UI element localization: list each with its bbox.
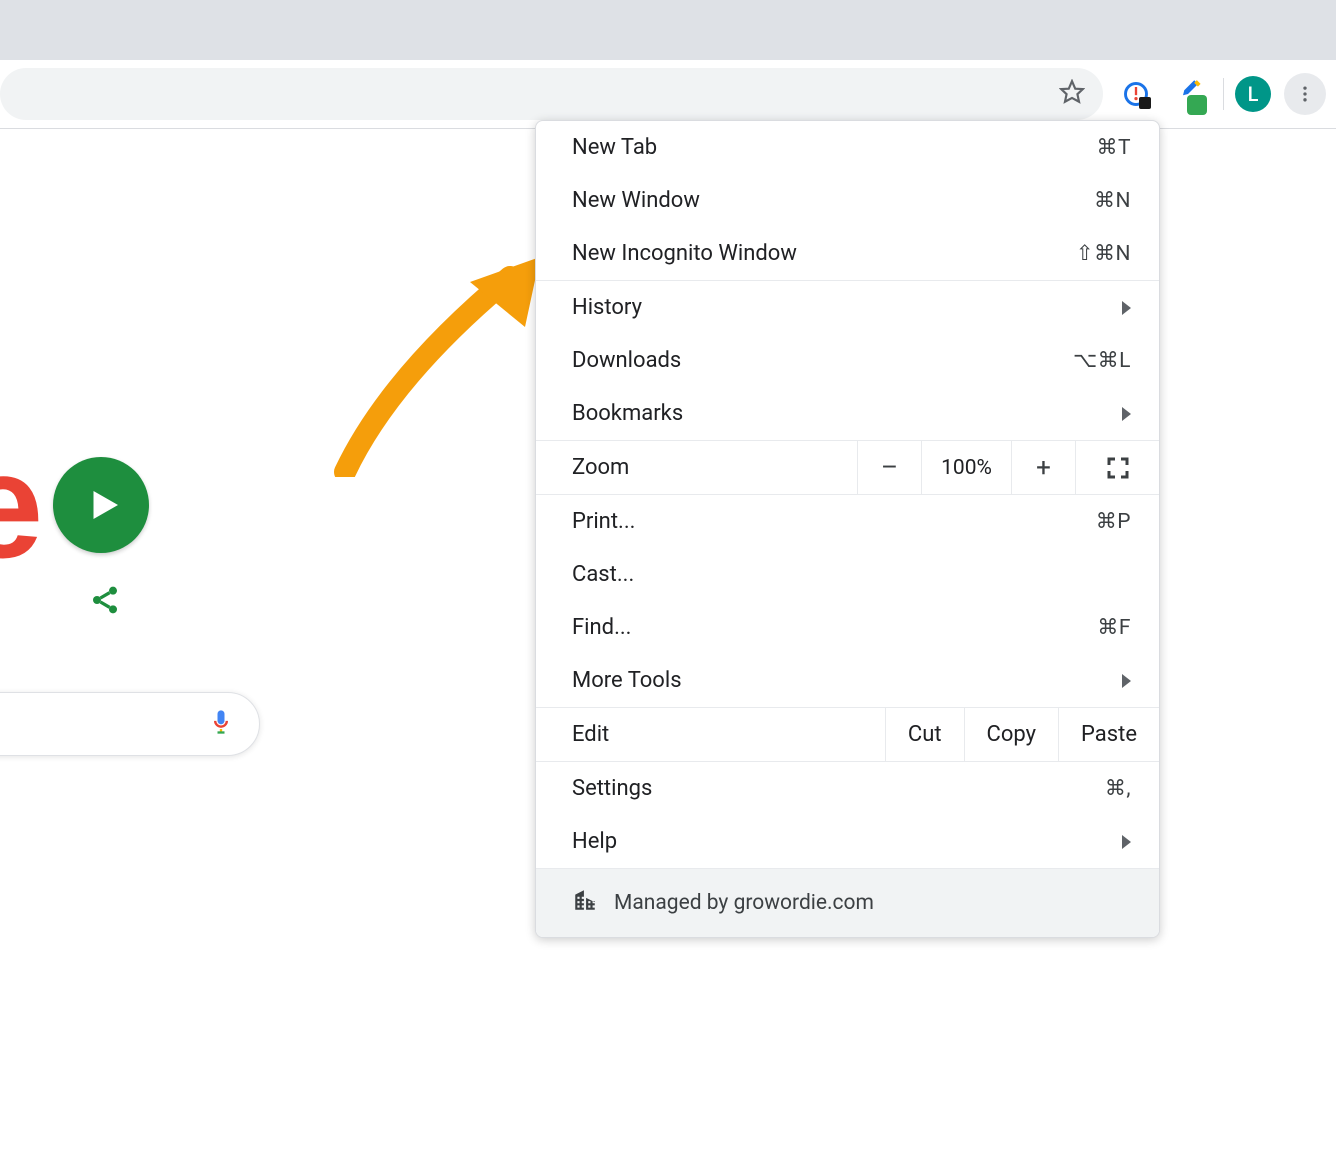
menu-settings-shortcut: ⌘, [1105,776,1131,801]
google-doodle-fragment: e [0,430,149,580]
menu-new-tab-shortcut: ⌘T [1096,135,1131,160]
menu-new-tab[interactable]: New Tab ⌘T [536,121,1159,174]
edit-cut-button[interactable]: Cut [885,708,964,761]
menu-help[interactable]: Help [536,815,1159,868]
menu-print-label: Print... [572,509,635,534]
extension-1-icon[interactable] [1115,73,1157,115]
menu-bookmarks[interactable]: Bookmarks [536,387,1159,440]
menu-new-incognito-shortcut: ⇧⌘N [1076,241,1131,266]
tab-strip [0,0,1336,60]
menu-new-incognito-label: New Incognito Window [572,241,797,266]
menu-settings-label: Settings [572,776,652,801]
menu-new-window-shortcut: ⌘N [1094,188,1131,213]
annotation-arrow [330,247,560,477]
zoom-value: 100% [921,441,1011,494]
menu-more-tools[interactable]: More Tools [536,654,1159,707]
menu-managed-text: Managed by growordie.com [614,891,874,915]
extension-colorpicker-icon[interactable] [1167,73,1209,115]
menu-edit-label: Edit [536,708,885,761]
menu-bookmarks-label: Bookmarks [572,401,683,426]
menu-print-shortcut: ⌘P [1096,509,1131,534]
menu-new-incognito[interactable]: New Incognito Window ⇧⌘N [536,227,1159,280]
menu-new-tab-label: New Tab [572,135,657,160]
doodle-play-button[interactable] [53,457,149,553]
toolbar-divider [1223,78,1224,110]
profile-avatar[interactable]: L [1232,73,1274,115]
menu-find-shortcut: ⌘F [1097,615,1131,640]
menu-find[interactable]: Find... ⌘F [536,601,1159,654]
chevron-right-icon [1122,835,1131,849]
edit-paste-button[interactable]: Paste [1058,708,1159,761]
zoom-out-button[interactable]: – [857,441,921,494]
menu-new-window[interactable]: New Window ⌘N [536,174,1159,227]
bookmark-star-icon[interactable] [1059,79,1085,109]
edit-copy-button[interactable]: Copy [964,708,1059,761]
chrome-menu: New Tab ⌘T New Window ⌘N New Incognito W… [535,120,1160,938]
fullscreen-button[interactable] [1075,441,1159,494]
menu-zoom-label: Zoom [536,441,857,494]
browser-toolbar: L [0,60,1336,128]
chevron-right-icon [1122,301,1131,315]
menu-downloads[interactable]: Downloads ⌥⌘L [536,334,1159,387]
chrome-menu-button[interactable] [1284,73,1326,115]
building-icon [572,887,598,919]
menu-downloads-label: Downloads [572,348,681,373]
menu-history-label: History [572,295,642,320]
chevron-right-icon [1122,407,1131,421]
menu-history[interactable]: History [536,281,1159,334]
profile-initial: L [1235,76,1271,112]
menu-managed-footer[interactable]: Managed by growordie.com [536,869,1159,937]
menu-more-tools-label: More Tools [572,668,682,693]
doodle-letter-e: e [0,430,43,580]
menu-new-window-label: New Window [572,188,700,213]
menu-settings[interactable]: Settings ⌘, [536,762,1159,815]
menu-cast[interactable]: Cast... [536,548,1159,601]
zoom-in-button[interactable]: + [1011,441,1075,494]
menu-print[interactable]: Print... ⌘P [536,495,1159,548]
menu-downloads-shortcut: ⌥⌘L [1073,348,1131,373]
menu-help-label: Help [572,829,617,854]
menu-edit-row: Edit Cut Copy Paste [536,708,1159,761]
share-icon[interactable] [85,580,125,620]
menu-cast-label: Cast... [572,562,634,587]
menu-find-label: Find... [572,615,631,640]
chevron-right-icon [1122,674,1131,688]
address-bar[interactable] [0,68,1103,120]
google-search-box[interactable] [0,692,260,756]
menu-zoom-row: Zoom – 100% + [536,441,1159,495]
voice-search-icon[interactable] [207,708,235,740]
